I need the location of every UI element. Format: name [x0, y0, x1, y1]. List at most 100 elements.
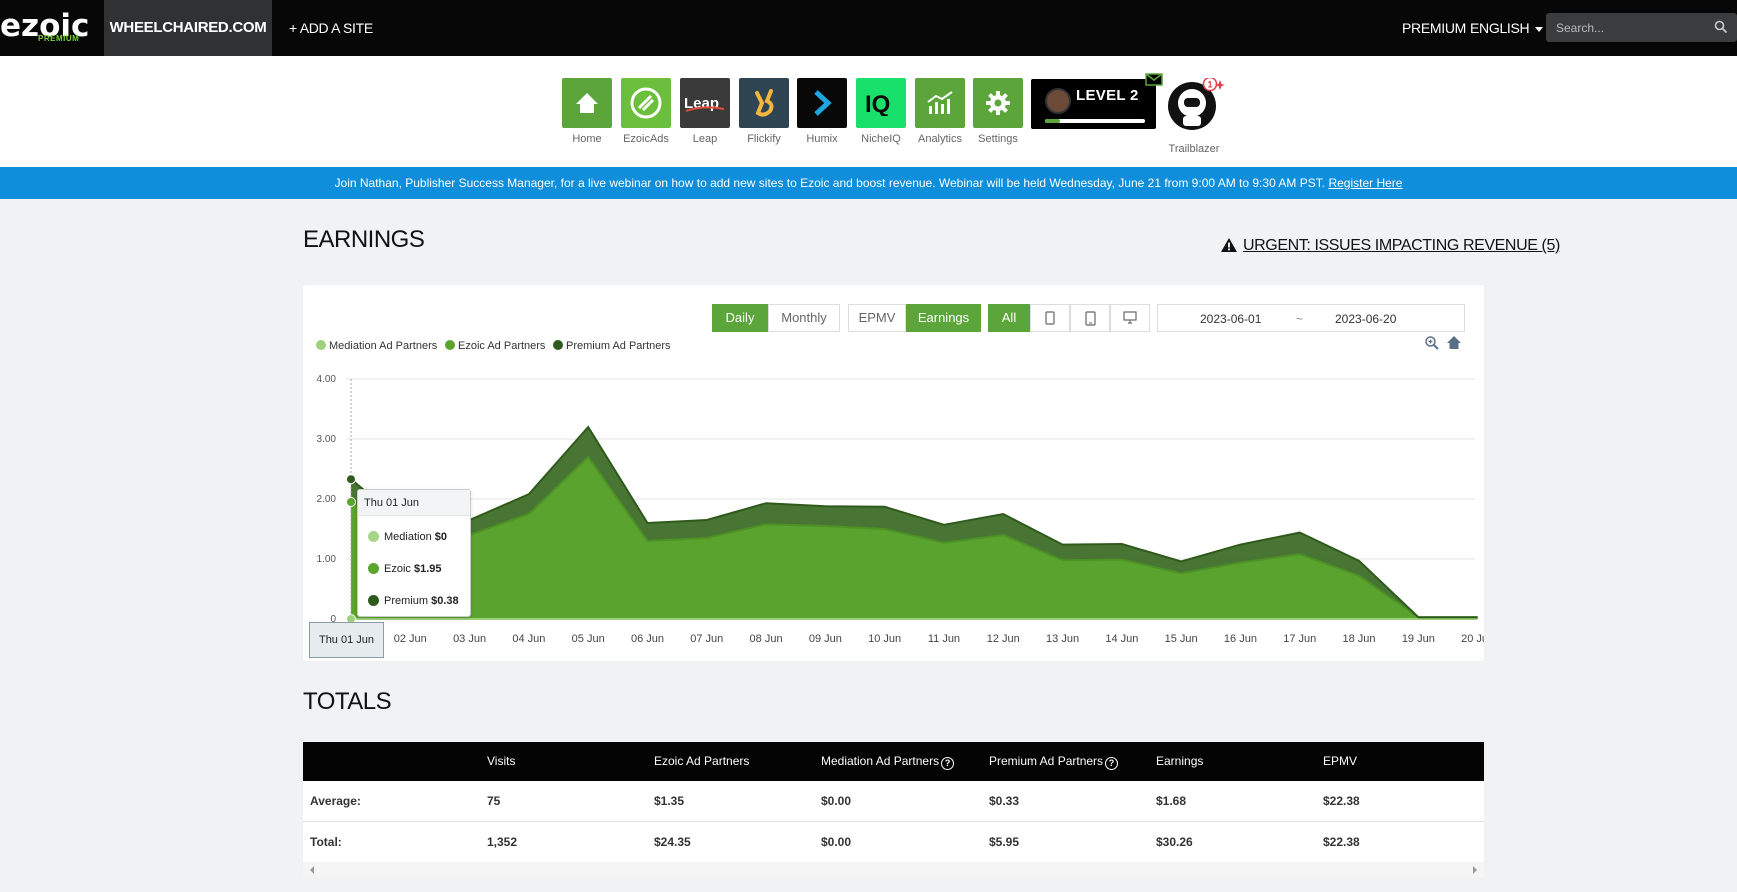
x-tick-label: 16 Jun [1224, 633, 1257, 645]
warning-icon [1221, 238, 1237, 252]
legend-dot [553, 340, 563, 350]
col-mediation: Mediation Ad Partners? [821, 742, 955, 781]
y-tick-label: 3.00 [317, 434, 337, 445]
cell-mediation: $0.00 [821, 835, 852, 849]
scroll-right-icon[interactable] [1471, 866, 1479, 874]
tooltip-title: Thu 01 Jun [358, 490, 470, 516]
date-separator: ~ [1296, 312, 1304, 326]
home-reset-icon[interactable] [1446, 335, 1462, 351]
chevron-down-icon [1535, 26, 1544, 32]
x-tick-label: 07 Jun [690, 633, 723, 645]
totals-table: Visits Ezoic Ad Partners Mediation Ad Pa… [303, 742, 1484, 863]
urgent-text: URGENT: ISSUES IMPACTING REVENUE (5) [1243, 237, 1560, 254]
earnings-chart: 01.002.003.004.0002 Jun 03 Jun 04 Jun 05 Ju… [317, 374, 1484, 645]
data-point [346, 497, 356, 507]
app-settings[interactable]: Settings [973, 78, 1023, 145]
add-site-link[interactable]: + ADD A SITE [289, 0, 373, 56]
legend-label: Premium Ad Partners [566, 340, 671, 352]
tooltip-row-ezoic: Ezoic $1.95 [368, 563, 442, 575]
x-tick-label: 17 Jun [1283, 633, 1316, 645]
legend-item-ezoic[interactable]: Ezoic Ad Partners [445, 340, 545, 352]
x-tick-label: 18 Jun [1343, 633, 1376, 645]
x-axis-selected-label: Thu 01 Jun [309, 622, 384, 658]
urgent-issues-link[interactable]: URGENT: ISSUES IMPACTING REVENUE (5) [1220, 237, 1560, 255]
horizontal-scrollbar[interactable] [303, 862, 1484, 878]
register-link[interactable]: Register Here [1328, 176, 1402, 190]
language-dropdown[interactable]: ENGLISH [1470, 0, 1544, 56]
col-label: Premium Ad Partners [989, 754, 1104, 768]
col-earnings: Earnings [1156, 754, 1204, 768]
flickify-icon [739, 78, 789, 128]
help-icon[interactable]: ? [1105, 757, 1119, 770]
cell-ezoic: $1.35 [654, 794, 685, 808]
legend-label: Mediation Ad Partners [329, 340, 438, 352]
trailblazer-widget[interactable]: 1 Trailblazer [1168, 76, 1225, 155]
ezoic-logo[interactable]: ezoic PREMIUM [0, 6, 100, 50]
level-progress-bar [1045, 119, 1145, 123]
date-range-picker[interactable]: 2023-06-01 ~ 2023-06-20 [1157, 304, 1465, 332]
row-label: Average: [310, 794, 361, 808]
epmv-button[interactable]: EPMV [848, 304, 906, 332]
astronaut-icon: 1 [1168, 76, 1225, 130]
y-tick-label: 2.00 [317, 494, 337, 505]
x-tick-label: 14 Jun [1105, 633, 1138, 645]
banner-text: Join Nathan, Publisher Success Manager, … [334, 176, 1326, 190]
daily-button[interactable]: Daily [712, 304, 768, 332]
zoom-in-icon[interactable] [1424, 335, 1440, 351]
mobile-button[interactable] [1030, 304, 1070, 332]
x-tick-label: 12 Jun [987, 633, 1020, 645]
tooltip-label: Mediation [384, 531, 432, 543]
tooltip-row-premium: Premium $0.38 [368, 595, 459, 607]
x-tick-label: 20 Jun [1461, 633, 1484, 645]
y-tick-label: 4.00 [317, 374, 337, 385]
row-label: Total: [310, 835, 342, 849]
tooltip-value: $0.38 [431, 595, 459, 607]
cell-visits: 75 [487, 794, 501, 808]
all-devices-button[interactable]: All [988, 304, 1030, 332]
date-to[interactable]: 2023-06-20 [1335, 312, 1396, 326]
search-icon[interactable] [1714, 20, 1728, 34]
tooltip-label: Premium [384, 595, 429, 607]
level-progress-fill [1045, 119, 1060, 123]
nicheiq-icon: IQ [856, 78, 906, 128]
legend-item-premium[interactable]: Premium Ad Partners [553, 340, 671, 352]
cell-premium: $5.95 [989, 835, 1020, 849]
col-ezoic: Ezoic Ad Partners [654, 754, 750, 768]
cell-earnings: $30.26 [1156, 835, 1193, 849]
trailblazer-label: Trailblazer [1168, 143, 1220, 155]
legend-item-mediation[interactable]: Mediation Ad Partners [316, 340, 437, 352]
legend-dot [316, 340, 326, 350]
date-from[interactable]: 2023-06-01 [1200, 312, 1261, 326]
home-icon [562, 78, 612, 128]
site-selector[interactable]: WHEELCHAIRED.COM [104, 0, 272, 56]
ezoicads-icon [621, 78, 671, 128]
premium-link[interactable]: PREMIUM [1402, 0, 1466, 56]
y-tick-label: 1.00 [317, 554, 337, 565]
search-input[interactable] [1556, 13, 1706, 42]
legend-label: Ezoic Ad Partners [458, 340, 546, 352]
desktop-icon [1123, 311, 1137, 324]
col-label: Mediation Ad Partners [821, 754, 940, 768]
chart-tooltip: Thu 01 Jun Mediation $0 Ezoic $1.95 Prem… [357, 489, 471, 617]
mobile-icon [1045, 311, 1055, 325]
scroll-left-icon[interactable] [308, 866, 316, 874]
x-tick-label: 03 Jun [453, 633, 486, 645]
x-tick-label: 04 Jun [512, 633, 545, 645]
monthly-button[interactable]: Monthly [768, 304, 840, 332]
cell-mediation: $0.00 [821, 794, 852, 808]
tablet-button[interactable] [1070, 304, 1110, 332]
x-tick-label: 06 Jun [631, 633, 664, 645]
mail-icon[interactable] [1145, 73, 1163, 86]
svg-text:IQ: IQ [865, 91, 890, 116]
top-navbar: ezoic PREMIUM WHEELCHAIRED.COM + ADD A S… [0, 0, 1737, 56]
app-launcher-bar: Home EzoicAds Leap Leap Flickify Humix I… [0, 56, 1737, 167]
earnings-button[interactable]: Earnings [906, 304, 981, 332]
desktop-button[interactable] [1110, 304, 1150, 332]
level-widget[interactable]: LEVEL 2 [1031, 73, 1163, 129]
col-epmv: EPMV [1323, 754, 1358, 768]
webinar-banner: Join Nathan, Publisher Success Manager, … [0, 167, 1737, 199]
x-tick-label: 13 Jun [1046, 633, 1079, 645]
help-icon[interactable]: ? [941, 757, 955, 770]
totals-title: TOTALS [303, 688, 392, 715]
app-label: Settings [978, 133, 1018, 145]
